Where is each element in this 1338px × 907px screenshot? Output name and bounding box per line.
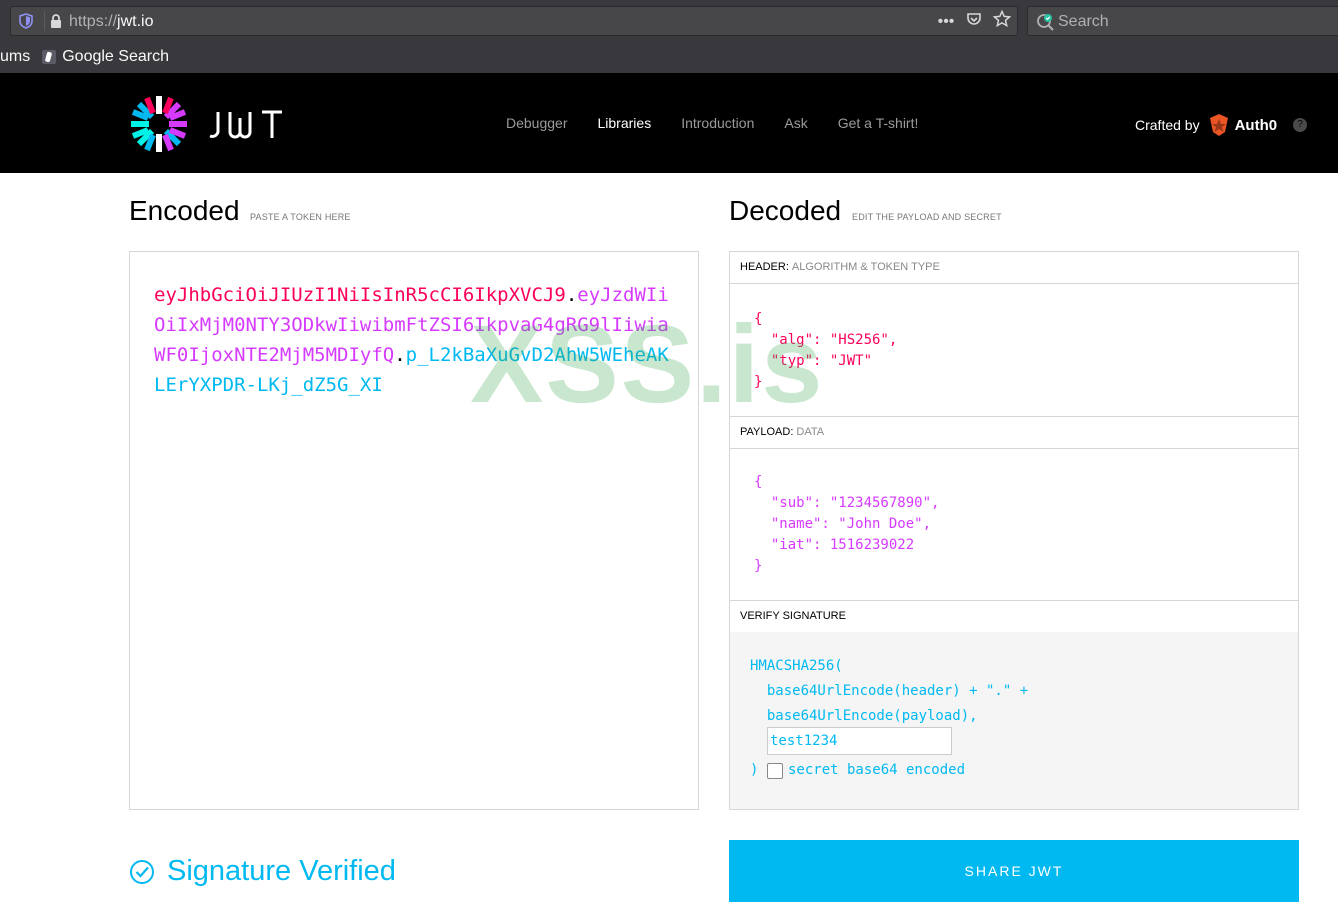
- decoded-title: Decoded: [729, 195, 842, 226]
- search-icon: [1036, 12, 1056, 32]
- url-actions: •••: [937, 9, 1012, 35]
- verify-code: HMACSHA256( base64UrlEncode(header) + ".…: [750, 658, 1029, 724]
- signature-verified-text: Signature Verified: [167, 855, 396, 887]
- url-text[interactable]: https://jwt.io: [69, 12, 153, 32]
- crafted-by-label: Crafted by: [1135, 117, 1200, 133]
- close-paren: ): [750, 762, 759, 778]
- search-bar[interactable]: Search: [1027, 6, 1338, 36]
- main-nav: Debugger Libraries Introduction Ask Get …: [506, 114, 948, 132]
- jwt-logo-wordmark[interactable]: [208, 110, 308, 140]
- more-actions-icon[interactable]: •••: [937, 11, 955, 33]
- verify-section-title: VERIFY SIGNATURE: [730, 600, 1298, 633]
- nav-introduction[interactable]: Introduction: [681, 114, 754, 132]
- site-header: Debugger Libraries Introduction Ask Get …: [0, 73, 1338, 173]
- base64-checkbox[interactable]: [767, 763, 783, 779]
- base64-label[interactable]: secret base64 encoded: [788, 762, 965, 778]
- browser-chrome: https://jwt.io ••• Search ums Google Sea…: [0, 0, 1338, 73]
- decoded-subtitle: EDIT THE PAYLOAD AND SECRET: [852, 212, 1002, 222]
- lock-icon[interactable]: [49, 13, 63, 29]
- url-bar[interactable]: https://jwt.io •••: [10, 6, 1018, 36]
- bookmark-item-google-search[interactable]: Google Search: [42, 48, 169, 66]
- encoded-title: Encoded: [129, 195, 240, 226]
- payload-section-title: PAYLOAD: DATA: [730, 416, 1298, 449]
- help-icon[interactable]: ?: [1293, 118, 1308, 132]
- auth0-brand: Auth0: [1234, 116, 1278, 134]
- token-dot: .: [565, 284, 578, 306]
- check-circle-icon: [130, 859, 154, 884]
- bookmarks-toolbar: ums Google Search: [0, 44, 169, 70]
- secret-input[interactable]: [767, 727, 952, 755]
- encoded-token-editor[interactable]: eyJhbGciOiJIUzI1NiIsInR5cCI6IkpXVCJ9.eyJ…: [129, 251, 699, 810]
- decoded-panel: HEADER: ALGORITHM & TOKEN TYPE { "alg": "…: [729, 251, 1299, 810]
- nav-ask[interactable]: Ask: [784, 114, 807, 132]
- header-json-editor[interactable]: { "alg": "HS256", "typ": "JWT" }: [754, 309, 897, 393]
- token-header-part: eyJhbGciOiJIUzI1NiIsInR5cCI6IkpXVCJ9: [154, 284, 566, 306]
- pocket-icon[interactable]: [965, 11, 983, 34]
- encoded-token[interactable]: eyJhbGciOiJIUzI1NiIsInR5cCI6IkpXVCJ9.eyJ…: [154, 280, 674, 400]
- header-section-title: HEADER: ALGORITHM & TOKEN TYPE: [730, 252, 1298, 284]
- encoded-subtitle: PASTE A TOKEN HERE: [250, 212, 351, 222]
- share-jwt-button[interactable]: SHARE JWT: [729, 840, 1299, 902]
- url-divider: [44, 11, 45, 31]
- bookmark-star-icon[interactable]: [992, 9, 1012, 35]
- nav-tshirt[interactable]: Get a T-shirt!: [838, 114, 919, 132]
- jwt-logo-icon[interactable]: [129, 94, 189, 154]
- auth0-link[interactable]: Auth0: [1208, 113, 1278, 137]
- bookmark-favicon: [42, 50, 57, 64]
- crafted-by: Crafted by Auth0 ?: [1135, 113, 1308, 137]
- auth0-logo-icon: [1209, 114, 1228, 136]
- nav-debugger[interactable]: Debugger: [506, 114, 568, 132]
- verify-signature-body: HMACSHA256( base64UrlEncode(header) + ".…: [730, 632, 1298, 809]
- payload-json-editor[interactable]: { "sub": "1234567890", "name": "John Doe…: [754, 472, 939, 577]
- tracking-protection-icon[interactable]: [19, 13, 33, 29]
- signature-verified: Signature Verified: [129, 855, 396, 888]
- token-dot: .: [394, 344, 406, 366]
- search-placeholder: Search: [1058, 13, 1109, 30]
- bookmark-item[interactable]: ums: [0, 48, 30, 66]
- nav-libraries[interactable]: Libraries: [598, 114, 652, 132]
